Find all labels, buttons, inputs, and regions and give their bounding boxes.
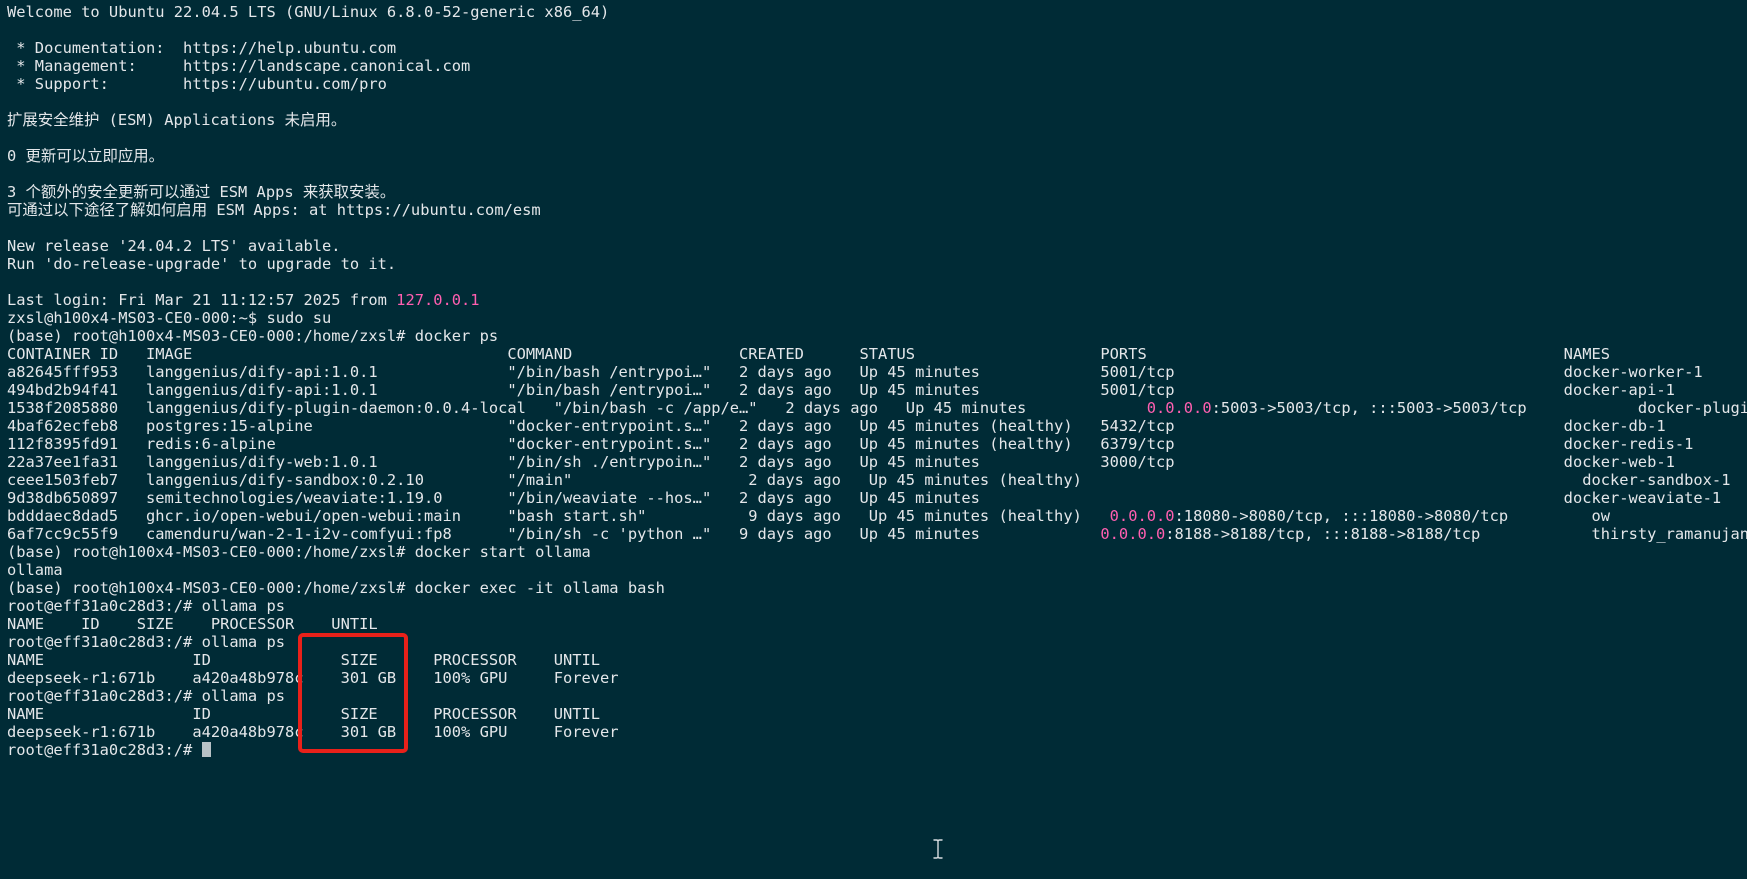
line-text: * Support: https://ubuntu.com/pro: [7, 75, 387, 93]
terminal-line: 22a37ee1fa31 langgenius/dify-web:1.0.1 "…: [7, 453, 1675, 471]
terminal-line: 9d38db650897 semitechnologies/weaviate:1…: [7, 489, 1721, 507]
line-text: * Documentation: https://help.ubuntu.com: [7, 39, 397, 57]
size-column-highlight-box: [298, 633, 408, 753]
terminal-line: root@eff31a0c28d3:/#: [7, 741, 211, 759]
terminal-line: * Management: https://landscape.canonica…: [7, 57, 470, 75]
line-text: :18080->8080/tcp, :::18080->8080/tcp ow: [1174, 507, 1611, 525]
terminal-line: New release '24.04.2 LTS' available.: [7, 237, 341, 255]
line-text: 112f8395fd91 redis:6-alpine "docker-entr…: [7, 435, 1694, 453]
line-text: root@eff31a0c28d3:/#: [7, 741, 202, 759]
line-text: 1538f2085880 langgenius/dify-plugin-daem…: [7, 399, 1147, 417]
line-text: Run 'do-release-upgrade' to upgrade to i…: [7, 255, 397, 273]
terminal-output[interactable]: Welcome to Ubuntu 22.04.5 LTS (GNU/Linux…: [7, 3, 1747, 879]
line-text: 6af7cc9c55f9 camenduru/wan-2-1-i2v-comfy…: [7, 525, 1101, 543]
line-text: NAME ID SIZE PROCESSOR UNTIL: [7, 615, 378, 633]
terminal-line: Welcome to Ubuntu 22.04.5 LTS (GNU/Linux…: [7, 3, 609, 21]
terminal-line: root@eff31a0c28d3:/# ollama ps: [7, 597, 285, 615]
line-text: (base) root@h100x4-MS03-CE0-000:/home/zx…: [7, 579, 665, 597]
terminal-line: * Documentation: https://help.ubuntu.com: [7, 39, 396, 57]
line-text: 4baf62ecfeb8 postgres:15-alpine "docker-…: [7, 417, 1666, 435]
line-text: :8188->8188/tcp, :::8188->8188/tcp thirs…: [1165, 525, 1747, 543]
line-text: Welcome to Ubuntu 22.04.5 LTS (GNU/Linux…: [7, 3, 610, 21]
terminal-line: (base) root@h100x4-MS03-CE0-000:/home/zx…: [7, 543, 591, 561]
terminal-line: Last login: Fri Mar 21 11:12:57 2025 fro…: [7, 291, 480, 309]
terminal-line: 4baf62ecfeb8 postgres:15-alpine "docker-…: [7, 417, 1666, 435]
terminal-line: NAME ID SIZE PROCESSOR UNTIL: [7, 615, 378, 633]
block-cursor-icon: [201, 742, 211, 757]
terminal-line: root@eff31a0c28d3:/# ollama ps: [7, 633, 285, 651]
line-text: root@eff31a0c28d3:/# ollama ps: [7, 597, 285, 615]
line-text: ollama: [7, 561, 63, 579]
line-text: 9d38db650897 semitechnologies/weaviate:1…: [7, 489, 1722, 507]
line-text: 22a37ee1fa31 langgenius/dify-web:1.0.1 "…: [7, 453, 1675, 471]
line-text: * Management: https://landscape.canonica…: [7, 57, 471, 75]
line-text: 494bd2b94f41 langgenius/dify-api:1.0.1 "…: [7, 381, 1675, 399]
line-text: 3 个额外的安全更新可以通过 ESM Apps 来获取安装。: [7, 183, 396, 201]
highlighted-text: 0.0.0.0: [1100, 525, 1166, 543]
terminal-line: zxsl@h100x4-MS03-CE0-000:~$ sudo su: [7, 309, 331, 327]
terminal-line: 1538f2085880 langgenius/dify-plugin-daem…: [7, 399, 1747, 417]
line-text: 扩展安全维护 (ESM) Applications 未启用。: [7, 111, 347, 129]
terminal-line: * Support: https://ubuntu.com/pro: [7, 75, 387, 93]
terminal-line: (base) root@h100x4-MS03-CE0-000:/home/zx…: [7, 327, 498, 345]
highlighted-text: 127.0.0.1: [396, 291, 480, 309]
terminal-line: 6af7cc9c55f9 camenduru/wan-2-1-i2v-comfy…: [7, 525, 1747, 543]
line-text: root@eff31a0c28d3:/# ollama ps: [7, 687, 285, 705]
terminal-line: 0 更新可以立即应用。: [7, 147, 164, 165]
terminal-line: 3 个额外的安全更新可以通过 ESM Apps 来获取安装。: [7, 183, 395, 201]
terminal-line: root@eff31a0c28d3:/# ollama ps: [7, 687, 285, 705]
line-text: bdddaec8dad5 ghcr.io/open-webui/open-web…: [7, 507, 1110, 525]
terminal-line: 494bd2b94f41 langgenius/dify-api:1.0.1 "…: [7, 381, 1675, 399]
line-text: a82645fff953 langgenius/dify-api:1.0.1 "…: [7, 363, 1703, 381]
line-text: (base) root@h100x4-MS03-CE0-000:/home/zx…: [7, 543, 591, 561]
line-text: root@eff31a0c28d3:/# ollama ps: [7, 633, 285, 651]
terminal-line: 扩展安全维护 (ESM) Applications 未启用。: [7, 111, 346, 129]
terminal-line: ollama: [7, 561, 63, 579]
ibeam-cursor-icon: [933, 839, 943, 859]
line-text: 0 更新可以立即应用。: [7, 147, 165, 165]
line-text: ceee1503feb7 langgenius/dify-sandbox:0.2…: [7, 471, 1731, 489]
highlighted-text: 0.0.0.0: [1109, 507, 1175, 525]
terminal-line: CONTAINER ID IMAGE COMMAND CREATED STATU…: [7, 345, 1610, 363]
terminal-line: (base) root@h100x4-MS03-CE0-000:/home/zx…: [7, 579, 665, 597]
highlighted-text: 0.0.0.0: [1146, 399, 1212, 417]
line-text: Last login: Fri Mar 21 11:12:57 2025 fro…: [7, 291, 397, 309]
terminal-line: 可通过以下途径了解如何启用 ESM Apps: at https://ubunt…: [7, 201, 541, 219]
line-text: CONTAINER ID IMAGE COMMAND CREATED STATU…: [7, 345, 1611, 363]
line-text: zxsl@h100x4-MS03-CE0-000:~$ sudo su: [7, 309, 332, 327]
terminal-line: a82645fff953 langgenius/dify-api:1.0.1 "…: [7, 363, 1703, 381]
line-text: New release '24.04.2 LTS' available.: [7, 237, 341, 255]
line-text: :5003->5003/tcp, :::5003->5003/tcp docke…: [1211, 399, 1747, 417]
terminal-line: Run 'do-release-upgrade' to upgrade to i…: [7, 255, 396, 273]
line-text: 可通过以下途径了解如何启用 ESM Apps: at https://ubunt…: [7, 201, 541, 219]
terminal-line: bdddaec8dad5 ghcr.io/open-webui/open-web…: [7, 507, 1610, 525]
terminal-line: 112f8395fd91 redis:6-alpine "docker-entr…: [7, 435, 1693, 453]
line-text: (base) root@h100x4-MS03-CE0-000:/home/zx…: [7, 327, 499, 345]
terminal-line: ceee1503feb7 langgenius/dify-sandbox:0.2…: [7, 471, 1730, 489]
